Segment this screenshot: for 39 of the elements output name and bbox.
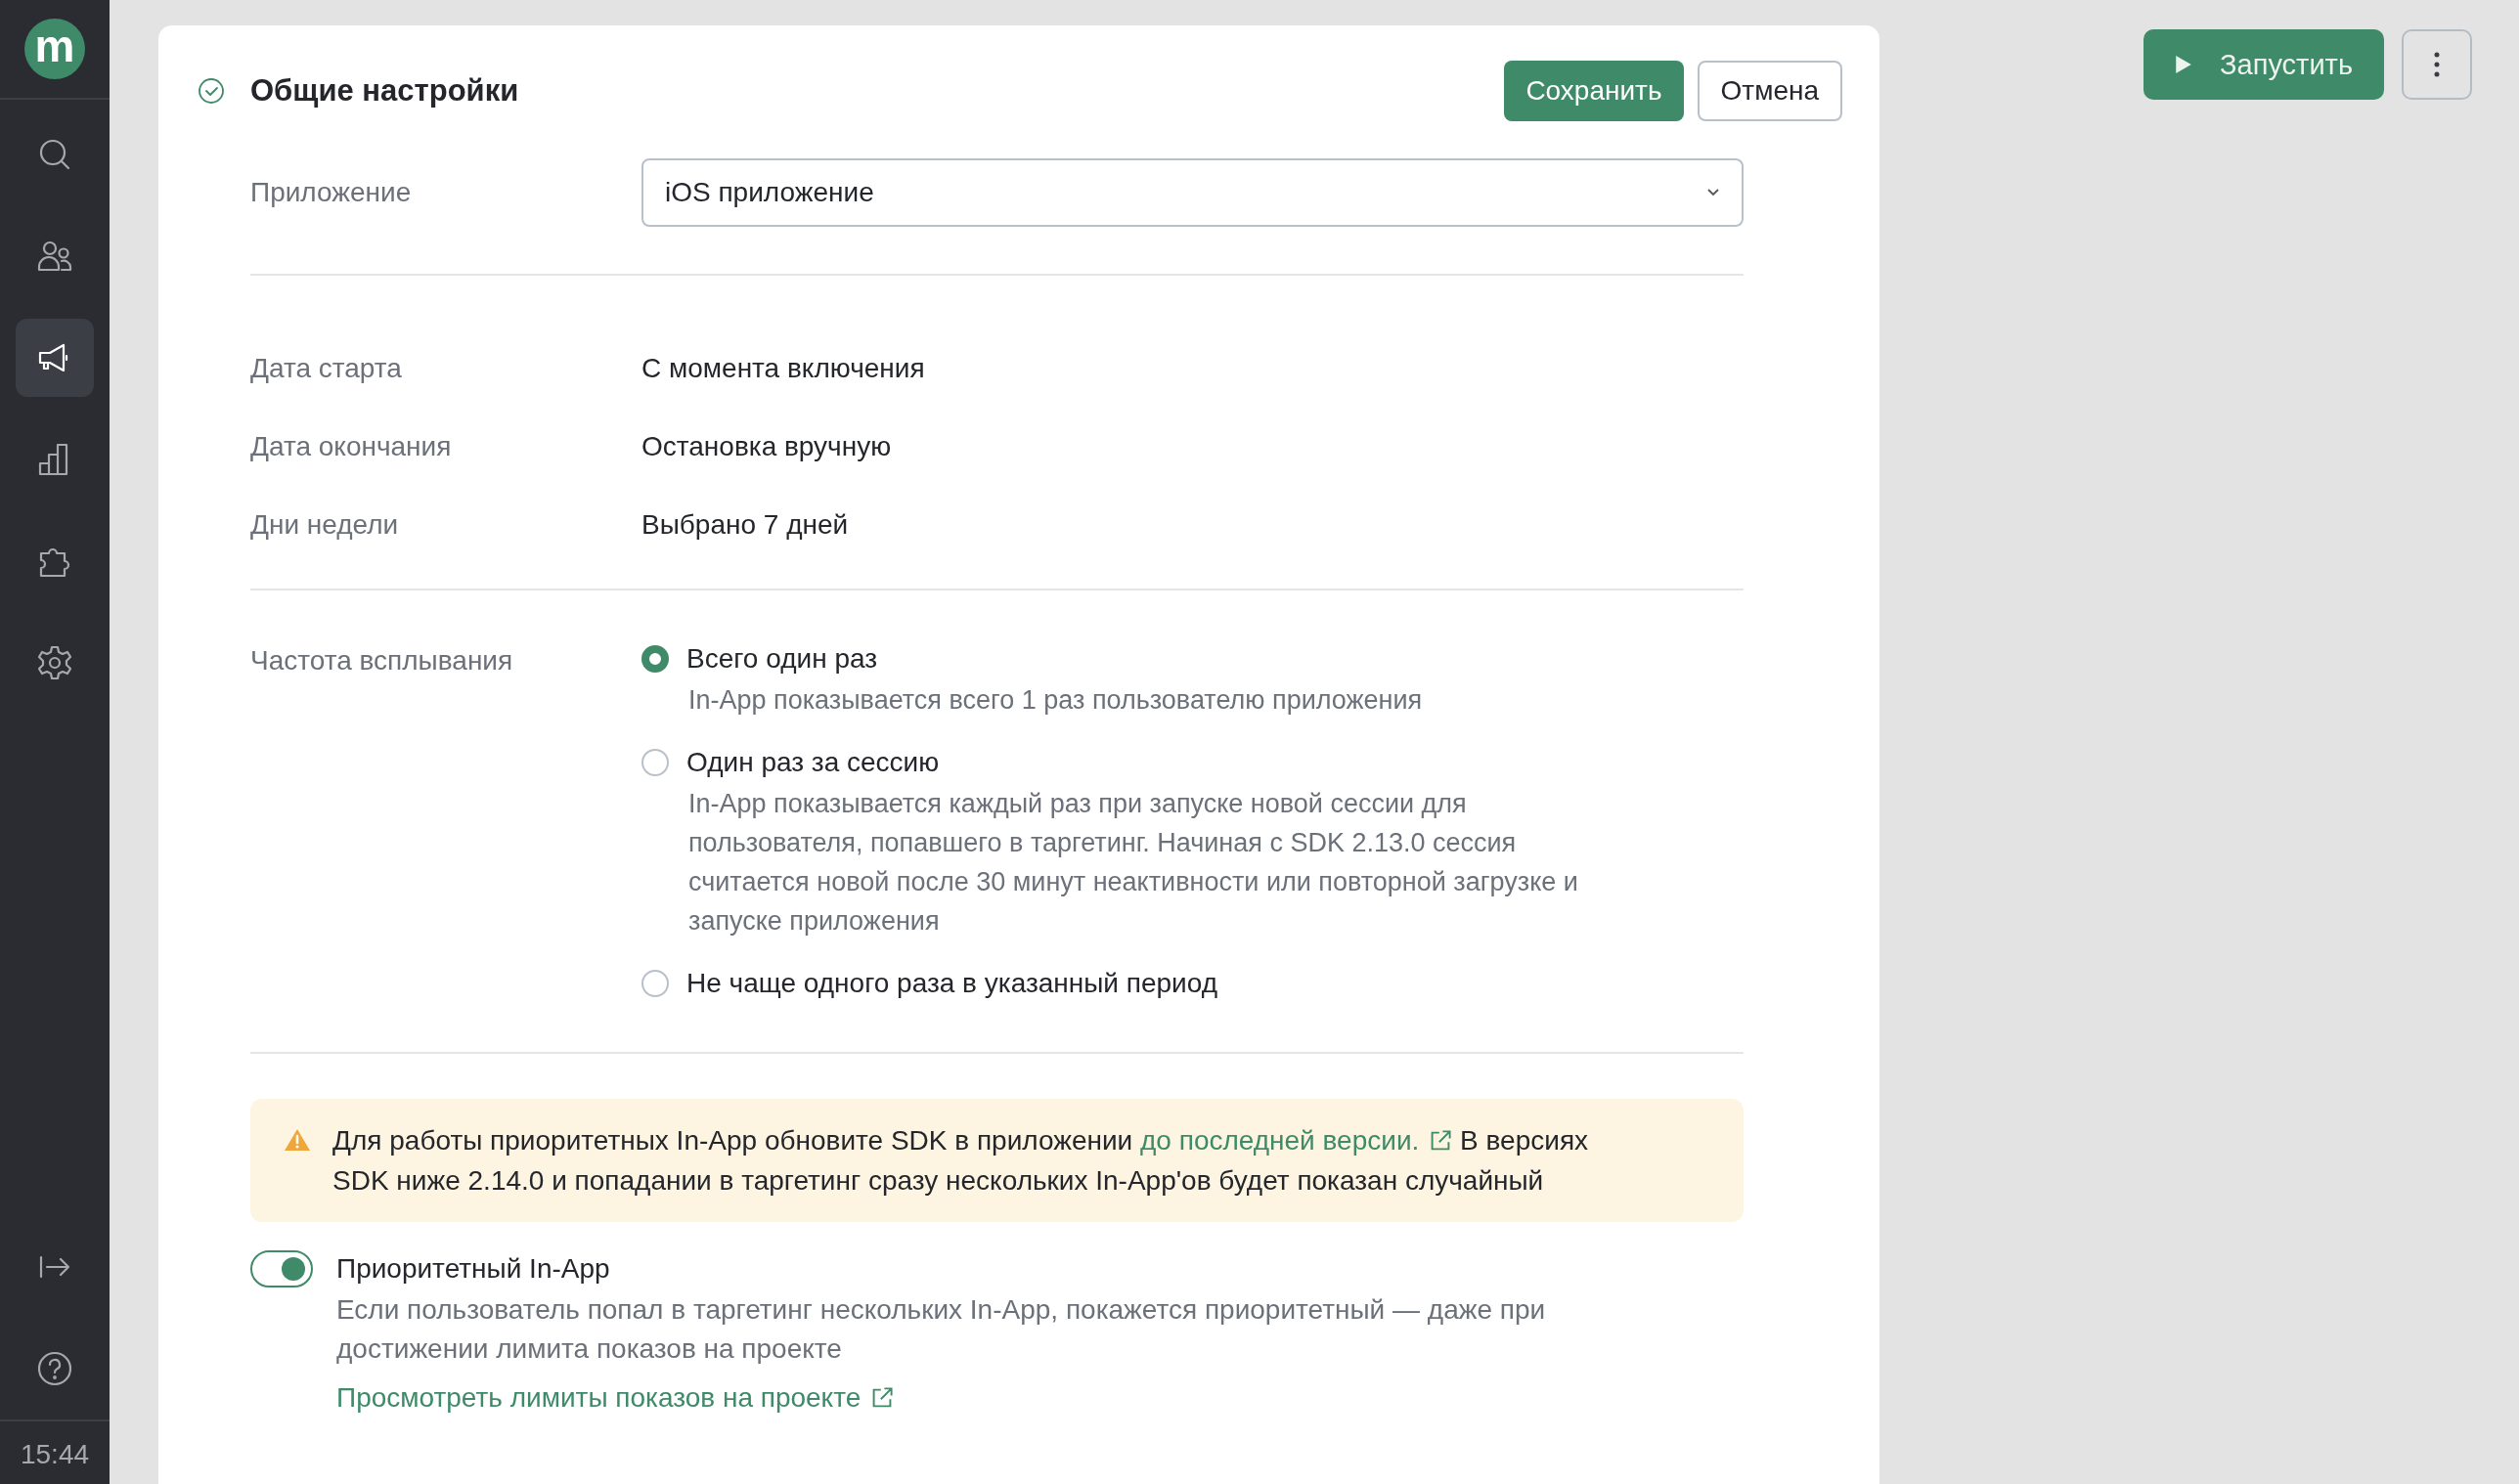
warning-icon	[284, 1127, 311, 1153]
warning-text: Для работы приоритетных In-App обновите SDK в приложении до последней версии. В версиях SDK ниже 2.14.0 и попадании в таргетинг сразу нескольких In-App'ов будет показан случайный	[332, 1124, 1590, 1198]
option-description: In-App показывается всего 1 раз пользователю приложения	[688, 684, 1424, 717]
radio-button[interactable]	[641, 749, 669, 776]
section-title: Общие настройки	[250, 73, 520, 109]
radio-button[interactable]	[641, 645, 669, 673]
toggle-switch[interactable]	[250, 1250, 313, 1288]
settings-icon	[35, 643, 74, 682]
app-select[interactable]: iOS приложение	[641, 158, 1744, 227]
field-label: Дата старта	[250, 352, 403, 385]
more-vertical-icon	[2434, 52, 2440, 77]
check-circle-icon	[198, 77, 225, 105]
option-label: Всего один раз	[686, 643, 878, 675]
play-icon	[2175, 55, 2193, 74]
toggle-label: Приоритетный In-App	[336, 1253, 610, 1285]
sdk-link[interactable]: до последней версии.	[1140, 1125, 1453, 1156]
field-label: Дни недели	[250, 508, 400, 542]
clock-time: 15:44	[0, 1419, 110, 1484]
field-label: Приложение	[250, 177, 413, 208]
field-value: Остановка вручную	[641, 430, 892, 463]
field-value: С момента включения	[641, 352, 925, 385]
cancel-button[interactable]: Отмена	[1697, 61, 1842, 121]
help-icon	[35, 1349, 74, 1388]
field-label: Частота всплывания	[250, 644, 514, 677]
external-link-icon	[1429, 1129, 1453, 1153]
limits-link[interactable]: Просмотреть лимиты показов на проекте	[336, 1382, 895, 1414]
nav-item[interactable]	[16, 319, 94, 397]
option-description: In-App показывается каждый раз при запуске новой сессии для пользователя, попавшего в таргетинг. Начиная с SDK 2.13.0 сессия считается новой после 30 минут неактивности или повторной загрузке и запуске приложения	[688, 788, 1579, 938]
option-label: Один раз за сессию	[686, 747, 940, 778]
toggle-description: Если пользователь попал в таргетинг нескольких In-App, покажется приоритетный — даже при достижении лимита показов на проекте	[336, 1293, 1547, 1366]
logo[interactable]: m	[24, 19, 85, 79]
chevron-down-icon	[1706, 189, 1720, 196]
field-label: Дата окончания	[250, 430, 453, 463]
option-label: Не чаще одного раза в указанный период	[686, 968, 1217, 999]
radio-button[interactable]	[641, 970, 669, 997]
external-link-icon	[870, 1386, 895, 1410]
run-button[interactable]: Запустить	[2143, 29, 2384, 100]
save-button[interactable]: Сохранить	[1504, 61, 1684, 121]
field-value: Выбрано 7 дней	[641, 508, 849, 542]
